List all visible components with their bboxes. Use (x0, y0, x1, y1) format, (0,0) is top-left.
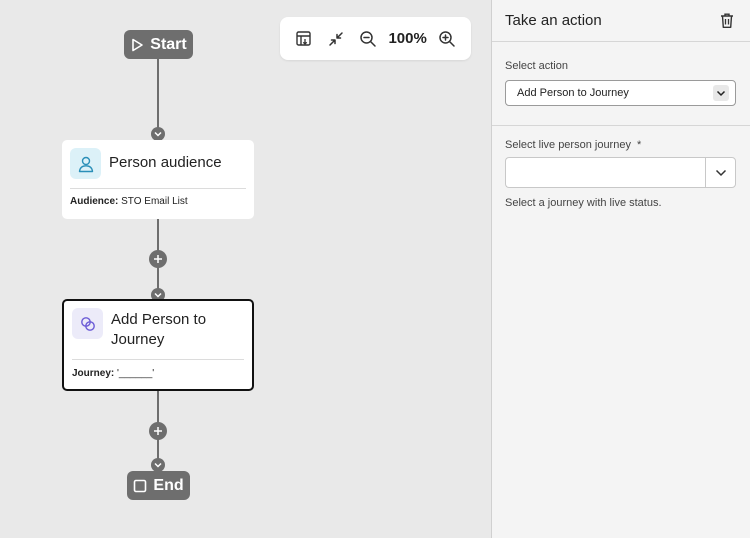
journey-link-icon (72, 308, 103, 339)
stop-icon (134, 479, 147, 492)
node-title: Person audience (109, 154, 222, 171)
meta-key: Audience: (70, 196, 119, 207)
collapse-button[interactable] (321, 24, 351, 54)
person-audience-node[interactable]: Person audience Audience: STO Email List (62, 140, 254, 219)
select-action-dropdown[interactable]: Add Person to Journey (505, 80, 736, 106)
panel-title: Take an action (505, 12, 602, 29)
canvas-toolbar: 100% (280, 17, 471, 60)
add-step-button[interactable] (149, 422, 167, 440)
chevron-down-icon (713, 85, 729, 101)
node-meta: Audience: STO Email List (62, 189, 254, 213)
journey-input[interactable] (505, 157, 705, 188)
trash-icon (721, 13, 733, 28)
required-mark: * (637, 139, 642, 151)
delete-button[interactable] (717, 11, 737, 31)
collapse-icon (329, 31, 344, 46)
fit-to-screen-icon (296, 30, 311, 46)
select-action-section: Select action Add Person to Journey (492, 42, 750, 126)
journey-dropdown-button[interactable] (705, 157, 736, 188)
end-node[interactable]: End (127, 471, 190, 500)
select-action-label: Select action (505, 60, 568, 72)
chevron-down-icon (715, 169, 726, 176)
zoom-in-icon (439, 30, 455, 47)
add-person-to-journey-node[interactable]: Add Person to Journey Journey: '______' (62, 299, 254, 391)
connector-chevron-icon (151, 127, 165, 141)
person-icon (70, 148, 101, 179)
meta-value: STO Email List (121, 196, 188, 207)
select-action-value: Add Person to Journey (517, 87, 629, 99)
connector-line (157, 58, 159, 134)
connector-chevron-icon (151, 458, 165, 472)
action-panel: Take an action Select action Add Person … (491, 0, 750, 538)
plus-icon (154, 427, 162, 435)
journey-label: Select live person journey * (505, 139, 737, 151)
start-node[interactable]: Start (124, 30, 193, 59)
plus-icon (154, 255, 162, 263)
add-step-button[interactable] (149, 250, 167, 268)
journey-help-text: Select a journey with live status. (505, 197, 662, 209)
zoom-in-button[interactable] (432, 24, 462, 54)
play-icon (132, 38, 144, 51)
journey-section: Select live person journey * Select a jo… (492, 126, 750, 209)
node-title: Add Person to Journey (111, 311, 207, 348)
end-label: End (153, 476, 184, 494)
node-meta: Journey: '______' (64, 360, 252, 385)
fit-to-screen-button[interactable] (289, 24, 319, 54)
meta-key: Journey: (72, 368, 115, 379)
zoom-level: 100% (388, 30, 427, 47)
zoom-out-icon (360, 30, 377, 47)
journey-canvas[interactable]: Start Person audience Audience: STO Emai… (0, 0, 491, 538)
zoom-out-button[interactable] (353, 24, 383, 54)
journey-combobox[interactable] (505, 157, 736, 188)
start-label: Start (150, 35, 187, 53)
journey-label-text: Select live person journey (505, 139, 631, 151)
panel-header: Take an action (492, 0, 750, 42)
meta-value: '______' (117, 368, 155, 379)
